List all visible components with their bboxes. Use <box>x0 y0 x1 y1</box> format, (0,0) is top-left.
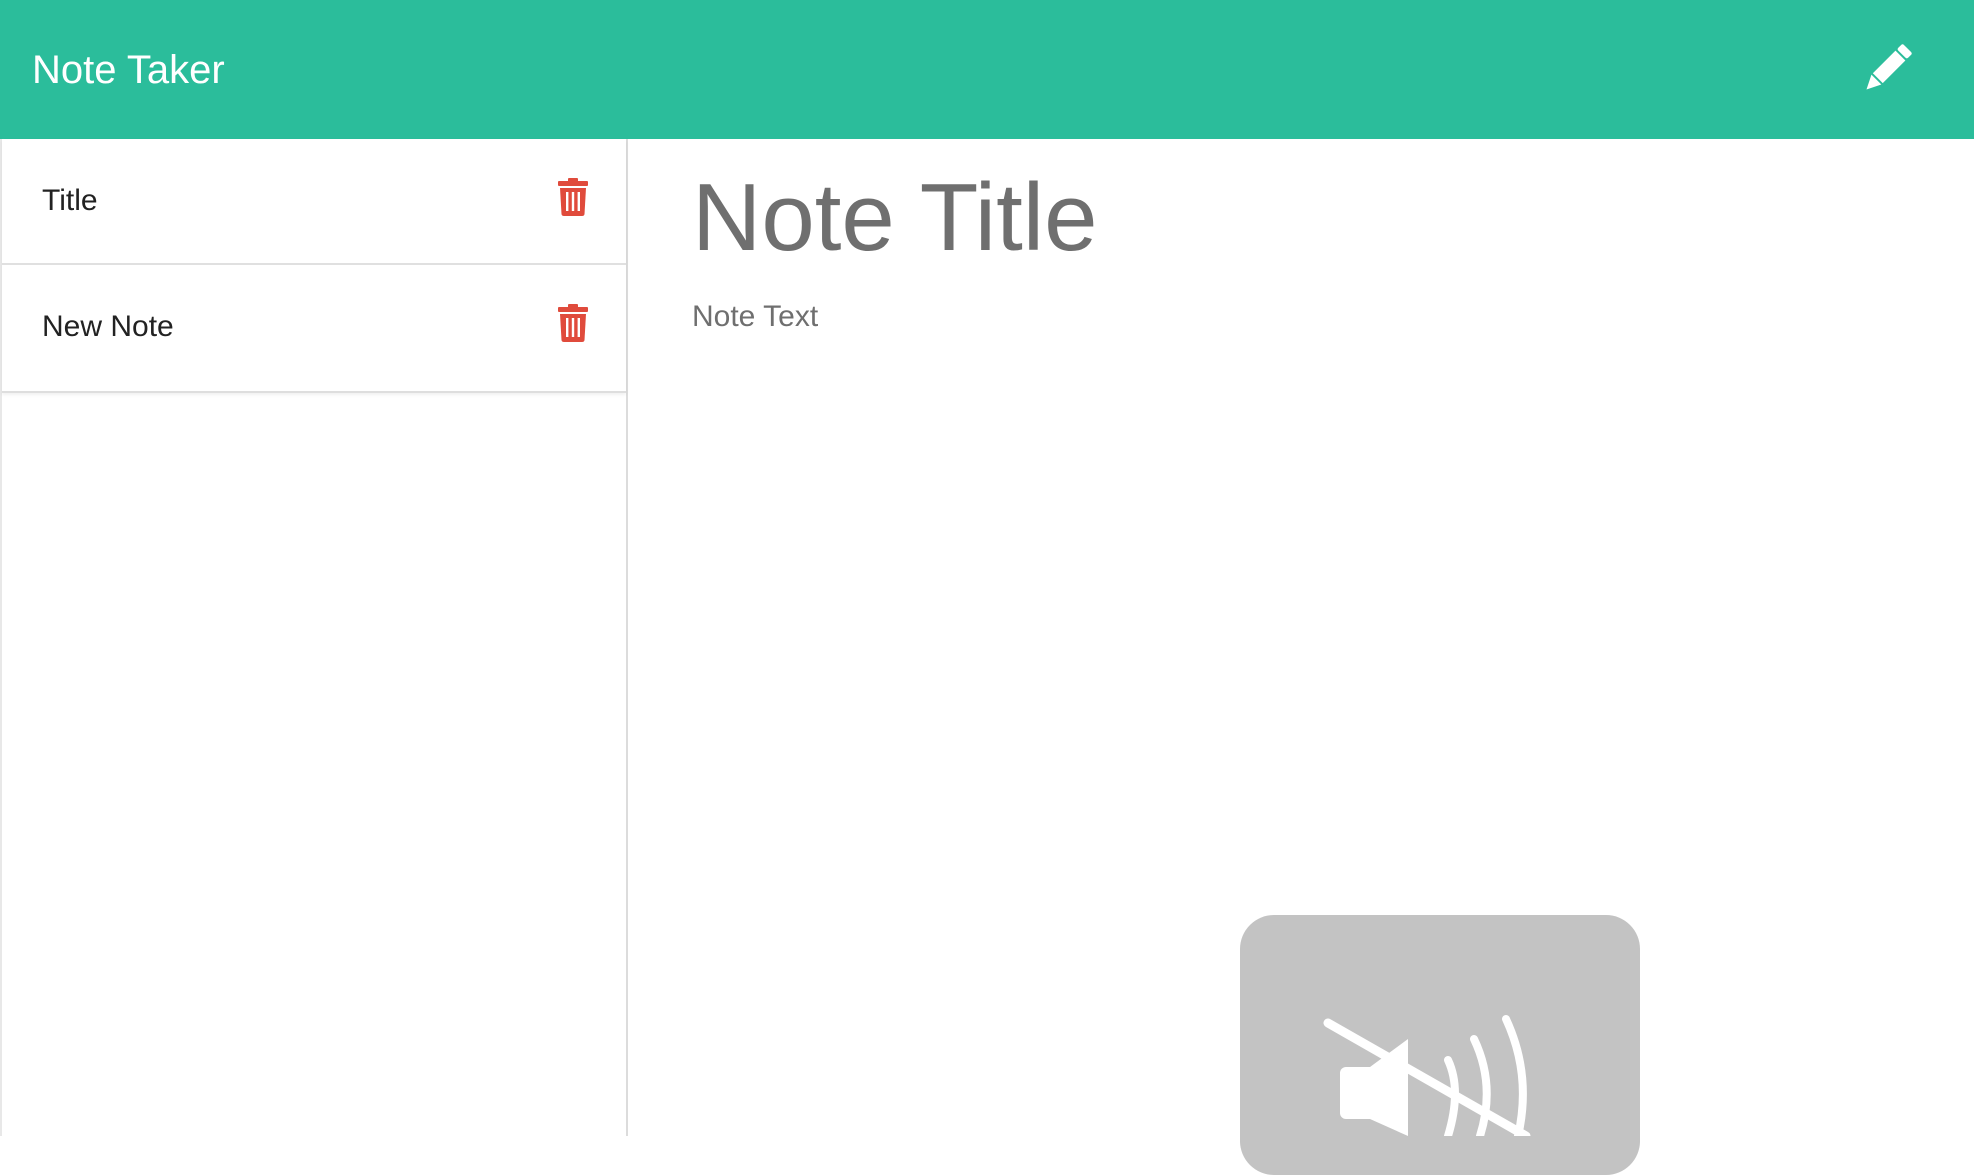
note-title-input[interactable] <box>692 163 1892 273</box>
note-list-item[interactable]: Title <box>2 139 626 265</box>
note-item-title[interactable]: Title <box>42 181 98 221</box>
trash-icon <box>558 178 588 216</box>
note-list: Title New Note <box>2 139 626 393</box>
note-item-title[interactable]: New Note <box>42 307 174 347</box>
delete-note-button[interactable] <box>555 177 591 217</box>
new-note-button[interactable] <box>1856 38 1918 100</box>
note-list-item[interactable]: New Note <box>2 265 626 391</box>
app-title[interactable]: Note Taker <box>32 44 225 96</box>
note-text-input[interactable] <box>692 297 1892 857</box>
pencil-icon <box>1866 44 1912 90</box>
speaker-muted-icon <box>1323 1015 1531 1136</box>
delete-note-button[interactable] <box>555 303 591 343</box>
muted-media-overlay[interactable] <box>1240 915 1640 1175</box>
sidebar: Title New Note <box>0 139 628 1136</box>
navbar: Note Taker <box>0 0 1974 139</box>
trash-icon <box>558 304 588 342</box>
